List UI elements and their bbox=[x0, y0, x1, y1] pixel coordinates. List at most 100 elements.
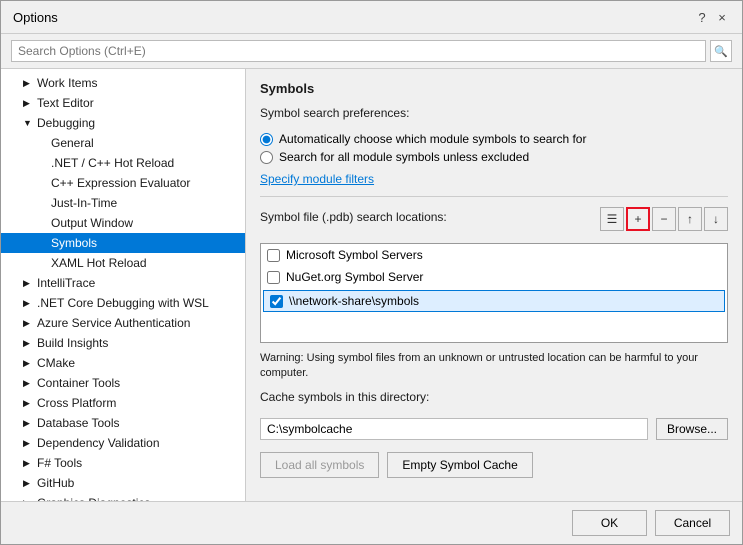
search-bar: 🔍 bbox=[1, 34, 742, 69]
sidebar-item-text-editor[interactable]: ▶ Text Editor bbox=[1, 93, 245, 113]
pdb-locations-label: Symbol file (.pdb) search locations: bbox=[260, 210, 447, 224]
list-view-button[interactable]: ☰ bbox=[600, 207, 624, 231]
dialog-footer: OK Cancel bbox=[1, 501, 742, 544]
ok-button[interactable]: OK bbox=[572, 510, 647, 536]
checkbox-nuget[interactable] bbox=[267, 271, 280, 284]
main-content: ▶ Work Items ▶ Text Editor ▼ Debugging G… bbox=[1, 69, 742, 501]
sidebar-item-database-tools[interactable]: ▶ Database Tools bbox=[1, 413, 245, 433]
divider bbox=[260, 196, 728, 197]
label-cpp-expression: C++ Expression Evaluator bbox=[51, 176, 190, 190]
locations-list: Microsoft Symbol Servers NuGet.org Symbo… bbox=[260, 243, 728, 343]
sidebar-item-github[interactable]: ▶ GitHub bbox=[1, 473, 245, 493]
load-all-symbols-button[interactable]: Load all symbols bbox=[260, 452, 379, 478]
sidebar-item-xaml-hot-reload[interactable]: XAML Hot Reload bbox=[1, 253, 245, 273]
label-net-core-debugging: .NET Core Debugging with WSL bbox=[37, 296, 209, 310]
cancel-button[interactable]: Cancel bbox=[655, 510, 730, 536]
arrow-net-core-debugging: ▶ bbox=[23, 298, 37, 309]
cache-row: Browse... bbox=[260, 418, 728, 440]
sidebar-item-general[interactable]: General bbox=[1, 133, 245, 153]
symbol-locations-header: Symbol file (.pdb) search locations: ☰ +… bbox=[260, 207, 728, 231]
close-button[interactable]: × bbox=[714, 9, 730, 25]
location-item-nuget[interactable]: NuGet.org Symbol Server bbox=[261, 266, 727, 288]
label-nuget: NuGet.org Symbol Server bbox=[286, 270, 423, 284]
label-database-tools: Database Tools bbox=[37, 416, 120, 430]
label-net-hot-reload: .NET / C++ Hot Reload bbox=[51, 156, 174, 170]
specify-filters-link[interactable]: Specify module filters bbox=[260, 172, 374, 186]
sidebar-item-cmake[interactable]: ▶ CMake bbox=[1, 353, 245, 373]
right-panel: Symbols Symbol search preferences: Autom… bbox=[246, 69, 742, 501]
sidebar-item-build-insights[interactable]: ▶ Build Insights bbox=[1, 333, 245, 353]
label-dependency-validation: Dependency Validation bbox=[37, 436, 160, 450]
dialog-title: Options bbox=[13, 10, 58, 25]
browse-button[interactable]: Browse... bbox=[656, 418, 728, 440]
toolbar-buttons: ☰ + − ↑ ↓ bbox=[600, 207, 728, 231]
sidebar-item-container-tools[interactable]: ▶ Container Tools bbox=[1, 373, 245, 393]
sidebar-item-cpp-expression[interactable]: C++ Expression Evaluator bbox=[1, 173, 245, 193]
label-build-insights: Build Insights bbox=[37, 336, 108, 350]
arrow-azure-service-auth: ▶ bbox=[23, 318, 37, 329]
cache-directory-input[interactable] bbox=[260, 418, 648, 440]
radio-auto[interactable] bbox=[260, 133, 273, 146]
sidebar-item-cross-platform[interactable]: ▶ Cross Platform bbox=[1, 393, 245, 413]
arrow-database-tools: ▶ bbox=[23, 418, 37, 429]
label-intellitrace: IntelliTrace bbox=[37, 276, 95, 290]
warning-text: Warning: Using symbol files from an unkn… bbox=[260, 351, 728, 382]
label-github: GitHub bbox=[37, 476, 74, 490]
sidebar-item-dependency-validation[interactable]: ▶ Dependency Validation bbox=[1, 433, 245, 453]
arrow-text-editor: ▶ bbox=[23, 98, 37, 109]
label-azure-service-auth: Azure Service Authentication bbox=[37, 316, 190, 330]
cache-label: Cache symbols in this directory: bbox=[260, 390, 728, 404]
sidebar-item-output-window[interactable]: Output Window bbox=[1, 213, 245, 233]
sidebar-item-graphics-diagnostics[interactable]: ▶ Graphics Diagnostics bbox=[1, 493, 245, 501]
label-symbols: Symbols bbox=[51, 236, 97, 250]
radio-all-label: Search for all module symbols unless exc… bbox=[279, 150, 529, 164]
sidebar-item-net-core-debugging[interactable]: ▶ .NET Core Debugging with WSL bbox=[1, 293, 245, 313]
title-buttons: ? × bbox=[694, 9, 730, 25]
arrow-work-items: ▶ bbox=[23, 78, 37, 89]
arrow-cmake: ▶ bbox=[23, 358, 37, 369]
label-cmake: CMake bbox=[37, 356, 75, 370]
label-ms-servers: Microsoft Symbol Servers bbox=[286, 248, 423, 262]
arrow-cross-platform: ▶ bbox=[23, 398, 37, 409]
sidebar-item-symbols[interactable]: Symbols bbox=[1, 233, 245, 253]
search-icon-button[interactable]: 🔍 bbox=[710, 40, 732, 62]
arrow-build-insights: ▶ bbox=[23, 338, 37, 349]
add-location-button[interactable]: + bbox=[626, 207, 650, 231]
label-work-items: Work Items bbox=[37, 76, 97, 90]
arrow-container-tools: ▶ bbox=[23, 378, 37, 389]
radio-all[interactable] bbox=[260, 151, 273, 164]
title-bar: Options ? × bbox=[1, 1, 742, 34]
arrow-dependency-validation: ▶ bbox=[23, 438, 37, 449]
empty-symbol-cache-button[interactable]: Empty Symbol Cache bbox=[387, 452, 532, 478]
label-network-share: \\network-share\symbols bbox=[289, 294, 419, 308]
sidebar-item-net-hot-reload[interactable]: .NET / C++ Hot Reload bbox=[1, 153, 245, 173]
arrow-github: ▶ bbox=[23, 478, 37, 489]
sidebar-item-fsharp-tools[interactable]: ▶ F# Tools bbox=[1, 453, 245, 473]
checkbox-ms-servers[interactable] bbox=[267, 249, 280, 262]
help-button[interactable]: ? bbox=[694, 9, 710, 25]
arrow-fsharp-tools: ▶ bbox=[23, 458, 37, 469]
sidebar-item-just-in-time[interactable]: Just-In-Time bbox=[1, 193, 245, 213]
sidebar-item-work-items[interactable]: ▶ Work Items bbox=[1, 73, 245, 93]
location-item-network-share[interactable]: \\network-share\symbols bbox=[263, 290, 725, 312]
symbols-section-title: Symbols bbox=[260, 81, 728, 96]
radio-row-all: Search for all module symbols unless exc… bbox=[260, 150, 728, 164]
move-up-button[interactable]: ↑ bbox=[678, 207, 702, 231]
label-just-in-time: Just-In-Time bbox=[51, 196, 117, 210]
label-fsharp-tools: F# Tools bbox=[37, 456, 82, 470]
sidebar-item-intellitrace[interactable]: ▶ IntelliTrace bbox=[1, 273, 245, 293]
label-xaml-hot-reload: XAML Hot Reload bbox=[51, 256, 147, 270]
sidebar-item-azure-service-auth[interactable]: ▶ Azure Service Authentication bbox=[1, 313, 245, 333]
move-down-button[interactable]: ↓ bbox=[704, 207, 728, 231]
search-input[interactable] bbox=[11, 40, 706, 62]
label-text-editor: Text Editor bbox=[37, 96, 94, 110]
left-panel: ▶ Work Items ▶ Text Editor ▼ Debugging G… bbox=[1, 69, 246, 501]
location-item-ms-servers[interactable]: Microsoft Symbol Servers bbox=[261, 244, 727, 266]
radio-auto-label: Automatically choose which module symbol… bbox=[279, 132, 586, 146]
action-buttons: Load all symbols Empty Symbol Cache bbox=[260, 452, 728, 478]
label-general: General bbox=[51, 136, 94, 150]
radio-row-auto: Automatically choose which module symbol… bbox=[260, 132, 728, 146]
checkbox-network-share[interactable] bbox=[270, 295, 283, 308]
remove-location-button[interactable]: − bbox=[652, 207, 676, 231]
sidebar-item-debugging[interactable]: ▼ Debugging bbox=[1, 113, 245, 133]
